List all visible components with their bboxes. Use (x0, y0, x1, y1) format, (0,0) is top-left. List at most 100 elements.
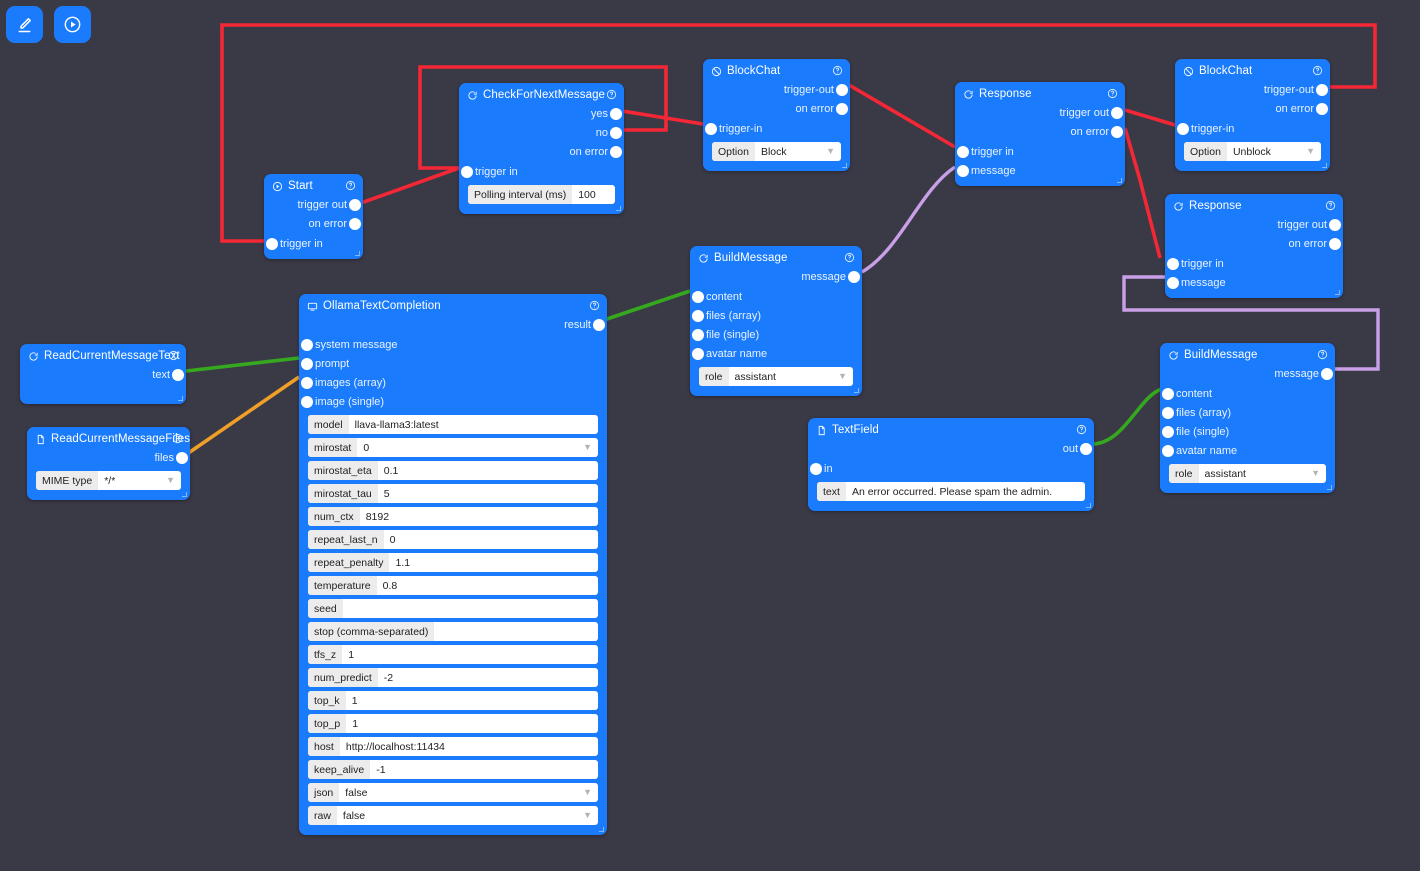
port-dot[interactable] (692, 290, 704, 303)
port-dot[interactable] (301, 357, 313, 370)
field-value[interactable]: 5 (378, 488, 598, 500)
port-dot[interactable] (1329, 218, 1341, 231)
port-images-array[interactable]: images (array) (301, 373, 607, 392)
port-trigger-in[interactable]: trigger in (1167, 254, 1343, 273)
port-dot[interactable] (848, 270, 860, 283)
port-on-error[interactable]: on error (264, 214, 361, 233)
field-value[interactable]: 1.1 (389, 557, 598, 569)
node-block-chat-2[interactable]: BlockChat trigger-out on error trigger-i… (1175, 59, 1330, 171)
field-host[interactable]: host http://localhost:11434 (308, 737, 598, 756)
field-role[interactable]: role assistant ▼ (699, 367, 853, 386)
port-dot[interactable] (1111, 106, 1123, 119)
field-option[interactable]: Option Block ▼ (712, 142, 841, 161)
field-option[interactable]: Option Unblock ▼ (1184, 142, 1321, 161)
port-dot[interactable] (593, 318, 605, 331)
port-dot[interactable] (692, 309, 704, 322)
field-json[interactable]: json false ▼ (308, 783, 598, 802)
port-dot[interactable] (1329, 237, 1341, 250)
field-value[interactable]: An error occurred. Please spam the admin… (846, 486, 1085, 498)
port-file-single[interactable]: file (single) (1162, 422, 1335, 441)
port-dot[interactable] (349, 217, 361, 230)
chevron-down-icon[interactable]: ▼ (166, 476, 175, 485)
port-message-out[interactable]: message (1160, 364, 1333, 383)
field-value[interactable]: 0 (357, 442, 583, 454)
field-seed[interactable]: seed (308, 599, 598, 618)
help-icon[interactable] (1317, 349, 1328, 360)
field-value[interactable]: llava-llama3:latest (349, 419, 598, 431)
port-dot[interactable] (176, 451, 188, 464)
node-response-1[interactable]: Response trigger out on error trigger in… (955, 82, 1125, 186)
resize-grip[interactable] (1335, 290, 1340, 295)
resize-grip[interactable] (599, 827, 604, 832)
field-value[interactable]: */* (98, 475, 166, 487)
port-prompt[interactable]: prompt (301, 354, 607, 373)
field-value[interactable]: 0 (384, 534, 598, 546)
field-mirostat[interactable]: mirostat 0 ▼ (308, 438, 598, 457)
port-files-array[interactable]: files (array) (1162, 403, 1335, 422)
port-dot[interactable] (957, 164, 969, 177)
field-value[interactable]: 1 (346, 718, 598, 730)
field-keep-alive[interactable]: keep_alive -1 (308, 760, 598, 779)
chevron-down-icon[interactable]: ▼ (1311, 469, 1320, 478)
field-repeat-last-n[interactable]: repeat_last_n 0 (308, 530, 598, 549)
port-dot[interactable] (1316, 102, 1328, 115)
field-raw[interactable]: raw false ▼ (308, 806, 598, 825)
field-value[interactable]: assistant (729, 371, 839, 383)
field-value[interactable]: Block (755, 146, 826, 158)
node-response-2[interactable]: Response trigger out on error trigger in… (1165, 194, 1343, 298)
chevron-down-icon[interactable]: ▼ (838, 372, 847, 381)
chevron-down-icon[interactable]: ▼ (583, 788, 592, 797)
node-start[interactable]: Start trigger out on error trigger in (264, 174, 363, 259)
port-out[interactable]: out (808, 439, 1092, 458)
help-icon[interactable] (1325, 200, 1336, 211)
port-trigger-in[interactable]: trigger in (957, 142, 1125, 161)
node-build-message-1[interactable]: BuildMessage message content files (arra… (690, 246, 862, 396)
port-trigger-in[interactable]: trigger in (266, 234, 363, 253)
node-read-current-message-files[interactable]: ReadCurrentMessageFiles files MIME type … (27, 427, 190, 500)
port-trigger-out[interactable]: trigger out (264, 195, 361, 214)
chevron-down-icon[interactable]: ▼ (1306, 147, 1315, 156)
field-mirostat-eta[interactable]: mirostat_eta 0.1 (308, 461, 598, 480)
field-value[interactable]: 100 (572, 189, 615, 201)
port-message[interactable]: message (957, 161, 1125, 180)
resize-grip[interactable] (1117, 178, 1122, 183)
port-avatar-name[interactable]: avatar name (1162, 441, 1335, 460)
node-text-field[interactable]: TextField out in text An error occurred.… (808, 418, 1094, 511)
port-dot[interactable] (1162, 406, 1174, 419)
port-dot[interactable] (301, 376, 313, 389)
port-dot[interactable] (692, 328, 704, 341)
field-value[interactable]: 1 (342, 649, 598, 661)
resize-grip[interactable] (616, 206, 621, 211)
port-dot[interactable] (705, 122, 717, 135)
port-yes[interactable]: yes (459, 104, 622, 123)
port-trigger-out[interactable]: trigger out (955, 103, 1123, 122)
resize-grip[interactable] (1322, 163, 1327, 168)
port-system-message[interactable]: system message (301, 335, 607, 354)
port-dot[interactable] (1162, 425, 1174, 438)
port-no[interactable]: no (459, 123, 622, 142)
field-value[interactable]: 8192 (360, 511, 598, 523)
resize-grip[interactable] (1086, 503, 1091, 508)
port-trigger-out[interactable]: trigger-out (703, 80, 848, 99)
port-content[interactable]: content (1162, 384, 1335, 403)
port-dot[interactable] (1080, 442, 1092, 455)
port-dot[interactable] (1167, 276, 1179, 289)
field-polling-interval[interactable]: Polling interval (ms) 100 (468, 185, 615, 204)
port-on-error[interactable]: on error (459, 142, 622, 161)
node-build-message-2[interactable]: BuildMessage message content files (arra… (1160, 343, 1335, 493)
port-dot[interactable] (1167, 257, 1179, 270)
resize-grip[interactable] (854, 388, 859, 393)
port-avatar-name[interactable]: avatar name (692, 344, 862, 363)
workflow-canvas[interactable]: Start trigger out on error trigger in Ch… (0, 0, 1420, 871)
port-dot[interactable] (836, 102, 848, 115)
port-dot[interactable] (692, 347, 704, 360)
resize-grip[interactable] (182, 492, 187, 497)
field-stop[interactable]: stop (comma-separated) (308, 622, 598, 641)
chevron-down-icon[interactable]: ▼ (583, 443, 592, 452)
field-temperature[interactable]: temperature 0.8 (308, 576, 598, 595)
port-result-out[interactable]: result (299, 315, 605, 334)
port-dot[interactable] (1162, 387, 1174, 400)
resize-grip[interactable] (842, 163, 847, 168)
field-value[interactable]: 0.8 (377, 580, 598, 592)
port-image-single[interactable]: image (single) (301, 392, 607, 411)
